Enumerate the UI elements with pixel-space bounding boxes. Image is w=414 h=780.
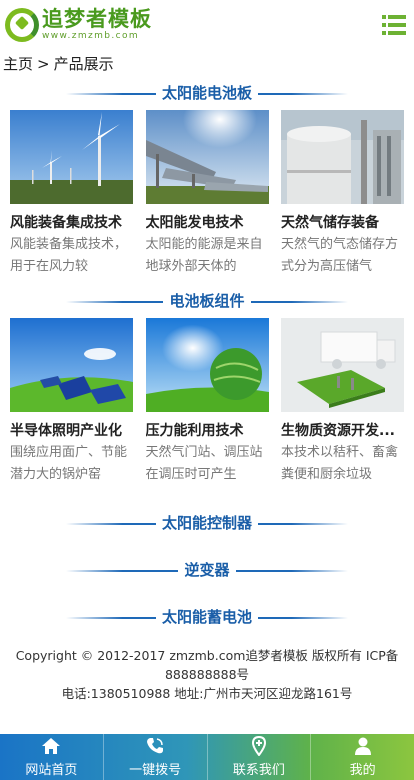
product-card[interactable]: 半导体照明产业化 围绕应用面广、节能潜力大的锅炉窑 <box>10 318 133 486</box>
product-title[interactable]: 风能装备集成技术 <box>10 212 133 232</box>
eco-truck-image[interactable] <box>281 318 404 412</box>
product-description: 天然气门站、调压站在调压时可产生 <box>145 445 263 482</box>
logo-title: 追梦者模板 <box>42 7 152 31</box>
section-title-text[interactable]: 太阳能蓄电池 <box>155 608 258 626</box>
site-logo[interactable]: 追梦者模板 www.zmzmb.com <box>5 8 152 42</box>
product-description: 太阳能的能源是来自地球外部天体的 <box>145 237 263 274</box>
product-card[interactable]: 天然气储存装备 天然气的气态储存方式分为高压储气 <box>281 110 404 278</box>
product-title[interactable]: 太阳能发电技术 <box>146 212 269 232</box>
header: 追梦者模板 www.zmzmb.com <box>0 0 414 50</box>
section-title-solar-panel: 太阳能电池板 <box>0 78 414 108</box>
home-icon <box>42 738 61 754</box>
product-card[interactable]: 风能装备集成技术 风能装备集成技术，用于在风力较 <box>10 110 133 278</box>
nav-mine-label: 我的 <box>349 763 376 778</box>
section-title-panel-module: 电池板组件 <box>0 286 414 316</box>
product-title[interactable]: 半导体照明产业化 <box>10 420 133 440</box>
product-card[interactable]: 生物质资源开发... 本技术以秸秆、畜禽粪便和厨余垃圾 <box>281 318 404 486</box>
product-card[interactable]: 压力能利用技术 天然气门站、调压站在调压时可产生 <box>145 318 269 486</box>
logo-mark-icon <box>5 8 39 42</box>
product-description: 天然气的气态储存方式分为高压储气 <box>281 237 399 274</box>
section-title-inverter: 逆变器 <box>0 555 414 585</box>
product-description: 本技术以秸秆、畜禽粪便和厨余垃圾 <box>281 445 399 482</box>
breadcrumb-current: 产品展示 <box>53 55 114 73</box>
nav-contact[interactable]: 联系我们 <box>206 734 311 780</box>
section-title-solar-battery: 太阳能蓄电池 <box>0 602 414 632</box>
user-icon <box>354 737 371 755</box>
menu-icon[interactable] <box>382 15 406 35</box>
product-title[interactable]: 天然气储存装备 <box>281 212 404 232</box>
nav-call-label: 一键拨号 <box>129 763 182 778</box>
product-grid: 风能装备集成技术 风能装备集成技术，用于在风力较 太阳能发电技术 太阳能的能源是… <box>0 110 414 278</box>
nav-mine[interactable]: 我的 <box>310 734 414 780</box>
nav-call[interactable]: 一键拨号 <box>102 734 207 780</box>
phone-icon <box>147 738 164 754</box>
section-title-text[interactable]: 太阳能控制器 <box>155 514 258 532</box>
wind-turbine-image[interactable] <box>10 110 133 204</box>
breadcrumb: 主页 > 产品展示 <box>0 50 414 78</box>
logo-subtitle: www.zmzmb.com <box>42 31 140 41</box>
product-description: 风能装备集成技术，用于在风力较 <box>10 237 128 274</box>
bottom-nav: 网站首页 一键拨号 联系我们 我的 <box>0 734 414 780</box>
breadcrumb-separator: > <box>37 55 50 73</box>
gas-storage-image[interactable] <box>281 110 404 204</box>
breadcrumb-home-link[interactable]: 主页 <box>3 55 33 73</box>
footer-copyright: Copyright © 2012-2017 zmzmb.com追梦者模板 版权所… <box>15 648 399 682</box>
product-title[interactable]: 生物质资源开发... <box>281 420 404 440</box>
product-title[interactable]: 压力能利用技术 <box>146 420 269 440</box>
product-description: 围绕应用面广、节能潜力大的锅炉窑 <box>10 445 128 482</box>
footer-contact: 电话:1380510988 地址:广州市天河区迎龙路161号 <box>61 686 353 701</box>
product-grid: 半导体照明产业化 围绕应用面广、节能潜力大的锅炉窑 压力能利用技术 天然气门站、… <box>0 318 414 486</box>
section-title-text[interactable]: 太阳能电池板 <box>155 84 258 102</box>
location-icon <box>251 736 266 756</box>
nav-home-label: 网站首页 <box>25 763 78 778</box>
nav-contact-label: 联系我们 <box>232 763 285 778</box>
section-title-text[interactable]: 逆变器 <box>178 561 236 579</box>
solar-power-image[interactable] <box>145 110 269 204</box>
nav-home[interactable]: 网站首页 <box>0 734 103 780</box>
solar-field-image[interactable] <box>10 318 133 412</box>
section-title-solar-controller: 太阳能控制器 <box>0 508 414 538</box>
green-earth-image[interactable] <box>145 318 269 412</box>
product-card[interactable]: 太阳能发电技术 太阳能的能源是来自地球外部天体的 <box>145 110 269 278</box>
footer-info: Copyright © 2012-2017 zmzmb.com追梦者模板 版权所… <box>0 646 414 703</box>
section-title-text[interactable]: 电池板组件 <box>163 292 251 310</box>
